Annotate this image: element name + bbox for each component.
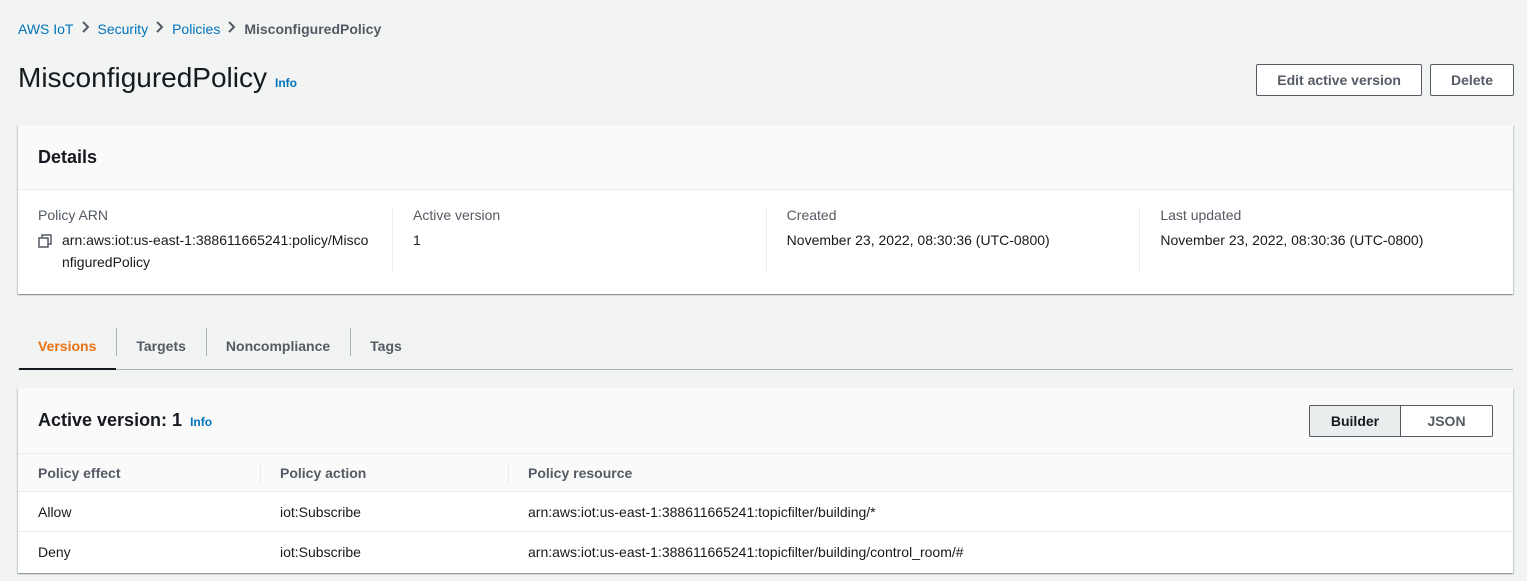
breadcrumb-policies[interactable]: Policies <box>172 21 220 37</box>
details-panel: Details Policy ARN arn:aws:iot:us-east-1… <box>18 125 1513 294</box>
policy-arn-value-wrap: arn:aws:iot:us-east-1:388611665241:polic… <box>38 229 372 273</box>
tab-list: Versions Targets Noncompliance Tags <box>18 322 1513 370</box>
active-version-title-wrap: Active version: 1 Info <box>38 410 212 431</box>
active-version-panel: Active version: 1 Info Builder JSON Poli… <box>18 388 1513 573</box>
table-row: Allow iot:Subscribe arn:aws:iot:us-east-… <box>18 491 1513 532</box>
cell-policy-resource: arn:aws:iot:us-east-1:388611665241:topic… <box>508 491 1513 532</box>
policy-arn-label: Policy ARN <box>38 207 109 223</box>
tab-targets[interactable]: Targets <box>116 322 206 369</box>
breadcrumb: AWS IoT Security Policies MisconfiguredP… <box>18 20 381 37</box>
view-mode-toggle: Builder JSON <box>1309 404 1493 437</box>
active-version-value: 1 <box>413 232 421 248</box>
details-grid: Policy ARN arn:aws:iot:us-east-1:3886116… <box>18 190 1513 273</box>
builder-button[interactable]: Builder <box>1309 404 1401 437</box>
table-row: Deny iot:Subscribe arn:aws:iot:us-east-1… <box>18 532 1513 572</box>
last-updated-label: Last updated <box>1160 207 1242 223</box>
header-info-link[interactable]: Info <box>275 76 297 90</box>
active-version-label: Active version <box>413 207 501 223</box>
header-actions: Edit active version Delete <box>1256 64 1514 96</box>
copy-icon[interactable] <box>38 232 54 248</box>
cell-policy-effect: Allow <box>18 491 260 532</box>
table-header-row: Policy effect Policy action Policy resou… <box>18 453 1513 492</box>
breadcrumb-aws-iot[interactable]: AWS IoT <box>18 21 74 37</box>
active-version-title: Active version: 1 <box>38 410 183 430</box>
policy-arn-value: arn:aws:iot:us-east-1:388611665241:polic… <box>62 232 369 270</box>
cell-policy-action: iot:Subscribe <box>280 543 361 560</box>
tab-tags[interactable]: Tags <box>350 322 422 369</box>
active-version-field: Active version 1 <box>392 207 766 273</box>
last-updated-field: Last updated November 23, 2022, 08:30:36… <box>1139 207 1513 273</box>
column-header-policy-resource: Policy resource <box>508 453 1513 492</box>
created-label: Created <box>786 207 837 223</box>
edit-active-version-button[interactable]: Edit active version <box>1256 64 1422 96</box>
details-title: Details <box>38 146 98 167</box>
cell-policy-effect: Deny <box>38 543 71 560</box>
cell-policy-action: iot:Subscribe <box>260 491 508 532</box>
active-version-header: Active version: 1 Info Builder JSON <box>18 388 1513 453</box>
cell-policy-resource: arn:aws:iot:us-east-1:388611665241:topic… <box>528 543 964 560</box>
active-version-info-link[interactable]: Info <box>190 415 212 429</box>
column-header-policy-effect: Policy effect <box>18 453 260 492</box>
breadcrumb-security[interactable]: Security <box>98 21 149 37</box>
chevron-right-icon <box>74 20 98 37</box>
page-title-text: MisconfiguredPolicy <box>18 62 267 93</box>
page-title: MisconfiguredPolicy Info <box>18 62 297 94</box>
policy-arn-field: Policy ARN arn:aws:iot:us-east-1:3886116… <box>18 207 392 273</box>
delete-button[interactable]: Delete <box>1429 64 1514 96</box>
column-header-policy-action: Policy action <box>260 453 508 492</box>
json-button[interactable]: JSON <box>1401 404 1493 437</box>
created-field: Created November 23, 2022, 08:30:36 (UTC… <box>765 207 1140 273</box>
tab-noncompliance[interactable]: Noncompliance <box>205 322 350 369</box>
chevron-right-icon <box>148 20 172 37</box>
chevron-right-icon <box>220 20 244 37</box>
tab-versions[interactable]: Versions <box>18 322 117 370</box>
policy-statements-table: Policy effect Policy action Policy resou… <box>18 453 1513 572</box>
created-value: November 23, 2022, 08:30:36 (UTC-0800) <box>786 232 1050 248</box>
details-header: Details <box>18 125 1513 190</box>
breadcrumb-current: MisconfiguredPolicy <box>244 20 382 37</box>
last-updated-value: November 23, 2022, 08:30:36 (UTC-0800) <box>1160 232 1424 248</box>
